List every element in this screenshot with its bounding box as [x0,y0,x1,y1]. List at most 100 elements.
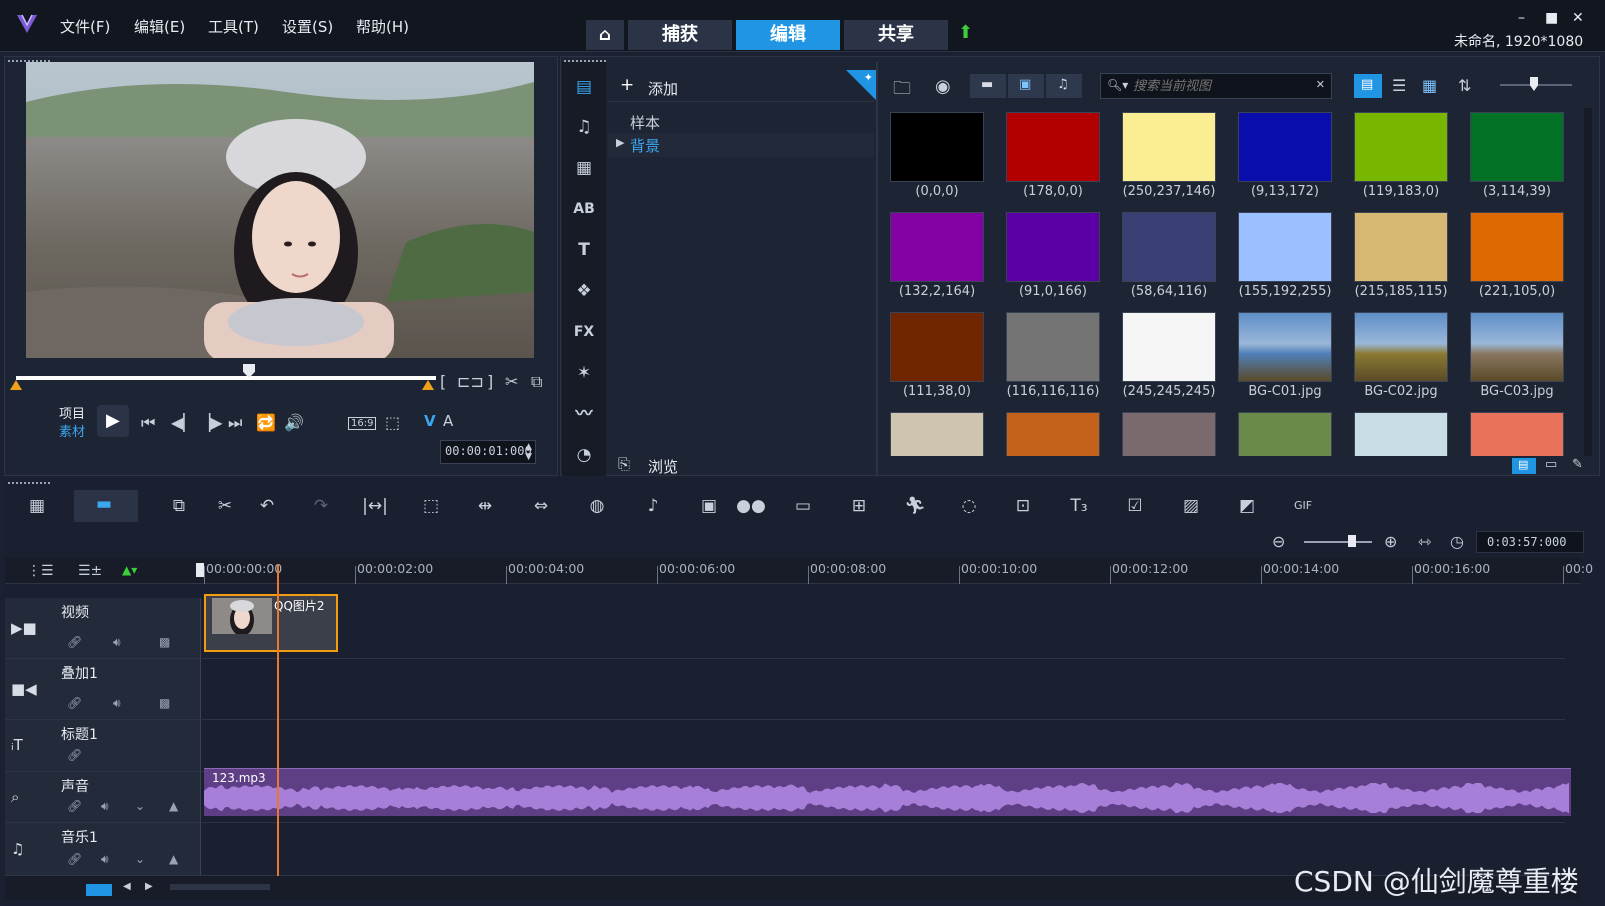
view-grid-icon[interactable]: ▦ [1422,76,1437,95]
end-icon[interactable]: ⏭ [228,413,242,433]
enlarge-icon[interactable]: ⧉ [531,372,542,392]
playhead-line[interactable] [277,564,279,876]
zoom-in-icon[interactable]: ⊕ [1384,532,1397,551]
maximize-button[interactable]: ■ [1545,10,1558,26]
scissors-icon[interactable]: ✂ [505,372,518,391]
split-audio-icon[interactable]: ⇹ [470,493,500,519]
panel-layout-icon[interactable]: ▭ [1545,457,1557,472]
tab-edit[interactable]: 编辑 [736,20,840,50]
undo-icon[interactable]: ↶ [252,493,282,519]
mute-grid-icon[interactable]: ▩ [159,635,170,649]
graphic-icon[interactable]: ❖ [568,276,600,306]
mute-grid-icon[interactable]: ▩ [159,696,170,710]
browse-button[interactable]: ⎘ 浏览 [608,454,874,476]
scroll-right-icon[interactable]: ▶ [145,881,153,892]
zoom-handle[interactable] [1348,535,1356,547]
library-item[interactable]: (0,0,0) [882,108,992,204]
library-item[interactable]: (221,105,0) [1462,208,1572,304]
import-folder-icon[interactable]: 🗀 [893,76,911,106]
trim-bar[interactable] [16,376,436,380]
transition-icon[interactable]: ▦ [568,153,600,183]
filter-icon[interactable]: ✶ [568,358,600,388]
media-icon[interactable]: ▤ [568,72,600,102]
view-details-icon[interactable]: ☰ [1392,76,1406,95]
horizontal-scrollbar[interactable] [170,884,270,890]
title-ab-icon[interactable]: AB [568,194,600,224]
check-icon[interactable]: ☑ [1120,493,1150,519]
next-frame-icon[interactable]: ▕▶ [198,413,223,432]
library-item[interactable]: (111,38,0) [882,308,992,404]
timeline-view-button[interactable]: ▬ [74,490,138,522]
zoom-slider[interactable] [1304,541,1372,543]
repeat-icon[interactable]: 🔁 [256,413,276,432]
safe-area-icon[interactable]: ⬚ [385,413,400,432]
motion-tracking-icon[interactable]: 🏃︎ [900,493,930,519]
chapter-icon[interactable]: ☰± [78,563,102,579]
collapse-icon[interactable]: ⌄ [135,852,145,866]
timeline-track[interactable]: ■◀ 叠加1 🔗︎ 🔊︎ ▩ [5,659,1565,720]
library-item[interactable]: (178,0,0) [998,108,1108,204]
library-item[interactable]: (119,183,0) [1346,108,1456,204]
record-screen-icon[interactable]: ⬚ [416,493,446,519]
timecode-field[interactable]: 00:00:01:000 ▲ ▼ [440,440,536,464]
filter-audio-button[interactable]: ♫ [1046,74,1082,98]
subtitle-icon[interactable]: ▭ [788,493,818,519]
library-item[interactable] [882,408,992,456]
track-header[interactable]: ⌕ 声音 🔗︎ 🔊︎ ⌄ ▲ [5,772,201,822]
copy-icon[interactable]: ⧉ [164,493,194,519]
audio-mixer-icon[interactable]: ♪ [638,493,668,519]
mark-out-handle[interactable] [422,380,434,390]
library-item[interactable]: (3,114,39) [1462,108,1572,204]
add-marker-icon[interactable]: ▲▾ [122,563,137,577]
panel-mode-button[interactable]: ▤ [1512,458,1536,474]
library-item[interactable] [1346,408,1456,456]
audio-clip[interactable]: 123.mp3 [204,768,1571,816]
panel-grip[interactable] [8,482,52,484]
home-tab[interactable]: ⌂ [586,20,624,50]
mark-in-handle[interactable] [10,380,22,390]
split-region-icon[interactable]: ⊏⊐ [457,372,484,391]
library-item[interactable]: (155,192,255) [1230,208,1340,304]
library-item[interactable]: BG-C02.jpg [1346,308,1456,404]
title-track-icon[interactable]: ᵢT [11,736,23,754]
blend-icon[interactable]: ●● [736,493,766,519]
mode-clip[interactable]: 素材 [59,421,85,440]
sort-icon[interactable]: ⇅ [1458,76,1471,95]
library-item[interactable]: (9,13,172) [1230,108,1340,204]
menu-file[interactable]: 文件(F) [60,16,110,37]
split-screen-icon[interactable]: ⊞ [844,493,874,519]
library-scrollbar[interactable] [1584,108,1592,456]
3d-title-icon[interactable]: T₃ [1064,493,1094,519]
prev-frame-icon[interactable]: ◀▏ [171,413,196,432]
track-header[interactable]: ᵢT 标题1 🔗︎ [5,720,201,771]
speed-icon[interactable]: ◔ [568,440,600,470]
audio-toggle[interactable]: A [443,412,453,430]
painting-icon[interactable]: ▨ [1176,493,1206,519]
track-volume-icon[interactable]: 🔊︎ [113,696,121,711]
link-icon[interactable]: 🔗︎ [67,696,82,710]
play-button[interactable]: ▶ [97,405,129,437]
pan-zoom-icon[interactable]: ◩ [1232,493,1262,519]
clock-icon[interactable]: ◷ [1450,532,1464,551]
menu-tools[interactable]: 工具(T) [208,16,259,37]
track-header[interactable]: ♫ 音乐1 🔗︎ 🔊︎ ⌄ ▲ [5,823,201,875]
scroll-left-icon[interactable]: ◀ [123,881,131,892]
library-item[interactable]: BG-C03.jpg [1462,308,1572,404]
menu-help[interactable]: 帮助(H) [356,16,409,37]
home-start-icon[interactable]: ⏮ [141,413,155,433]
instant-project-icon[interactable]: ♫ [568,112,600,142]
library-item[interactable] [1462,408,1572,456]
expand-icon[interactable]: ▲ [169,852,178,866]
track-manager-icon[interactable]: ⋮☰ [27,563,54,579]
library-item[interactable]: (116,116,116) [998,308,1108,404]
filter-photo-button[interactable]: ▣ [1008,74,1044,98]
menu-settings[interactable]: 设置(S) [282,16,333,37]
minimize-button[interactable]: – [1518,10,1525,26]
mode-project[interactable]: 项目 [59,403,85,422]
mask-icon[interactable]: ◌ [954,493,984,519]
edit-panel-icon[interactable]: ✎ [1572,457,1583,472]
link-icon[interactable]: 🔗︎ [67,748,82,762]
ripple-icon[interactable]: ⇔ [526,493,556,519]
zoom-out-icon[interactable]: ⊖ [1272,532,1285,551]
add-folder-row[interactable]: + 添加 [608,68,874,102]
